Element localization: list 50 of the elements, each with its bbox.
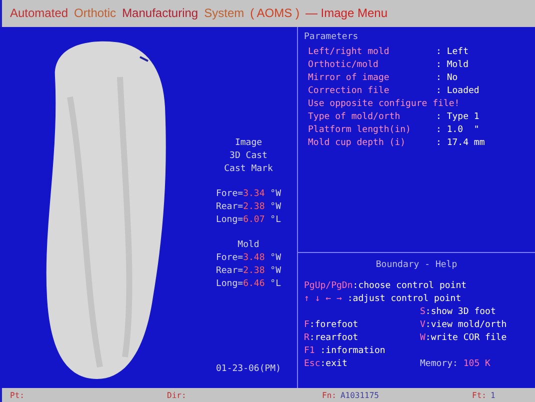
parameter-label: Correction file: [308, 85, 390, 98]
parameter-value: : Left: [436, 46, 469, 59]
measurement-text: Long=6.07 °L: [216, 214, 282, 227]
help-title: Boundary - Help: [374, 259, 458, 272]
parameter-label: Orthotic/mold: [308, 59, 380, 72]
status-label: Ft:: [472, 390, 486, 402]
parameter-label: Mirror of image: [308, 72, 390, 85]
title-text: ( AOMS ): [250, 7, 300, 20]
parameter-value: : No: [436, 72, 458, 85]
measurement-text: Rear=2.38 °W: [216, 265, 282, 278]
status-label: Dir:: [167, 390, 186, 402]
title-text: System: [204, 7, 244, 20]
help-text: Memory: 105 K: [420, 358, 490, 371]
mold-heading: Mold: [238, 239, 260, 252]
parameter-label: Mold cup depth (i): [308, 137, 407, 150]
help-text: Esc:exit: [304, 358, 348, 371]
title-text: Orthotic: [74, 7, 116, 20]
image-heading: Image: [234, 137, 262, 150]
status-label: Fn:: [322, 390, 336, 402]
help-text: PgUp/PgDn:choose control point: [304, 280, 468, 293]
image-heading: 3D Cast: [230, 150, 268, 163]
parameter-note: Use opposite configure file!: [307, 98, 461, 111]
measurement-text: Long=6.46 °L: [216, 278, 282, 291]
title-text: — Image Menu: [305, 7, 388, 20]
measurement-text: Fore=3.34 °W: [216, 188, 282, 201]
parameter-value: : Loaded: [436, 85, 480, 98]
help-text: R:rearfoot: [304, 332, 360, 345]
help-text: V:view mold/orth: [420, 319, 507, 332]
status-label: Pt:: [10, 390, 24, 402]
title-text: Automated: [10, 7, 68, 20]
help-text: ↑ ↓ ← → :adjust control point: [304, 293, 462, 306]
image-heading: Cast Mark: [224, 163, 273, 176]
help-text: F:forefoot: [304, 319, 360, 332]
help-text: F1 :information: [304, 345, 386, 358]
parameter-value: : Mold: [436, 59, 469, 72]
help-text: S:show 3D foot: [420, 306, 496, 319]
title-text: Manufacturing: [122, 7, 198, 20]
parameter-value: : 1.0 ": [436, 124, 480, 137]
parameter-label: Platform length(in): [308, 124, 412, 137]
parameter-value: : 17.4 mm: [436, 137, 485, 150]
parameter-label: Left/right mold: [308, 46, 390, 59]
measurement-text: Fore=3.48 °W: [216, 252, 282, 265]
date-text: 01-23-06(PM): [216, 363, 282, 376]
parameter-value: : Type 1: [436, 111, 480, 124]
status-value: 1: [490, 390, 496, 402]
parameter-label: Type of mold/orth: [308, 111, 402, 124]
status-value: A1031175: [340, 390, 379, 402]
parameters-title: Parameters: [304, 31, 360, 44]
measurement-text: Rear=2.38 °W: [216, 201, 282, 214]
help-text: W:write COR file: [420, 332, 507, 345]
